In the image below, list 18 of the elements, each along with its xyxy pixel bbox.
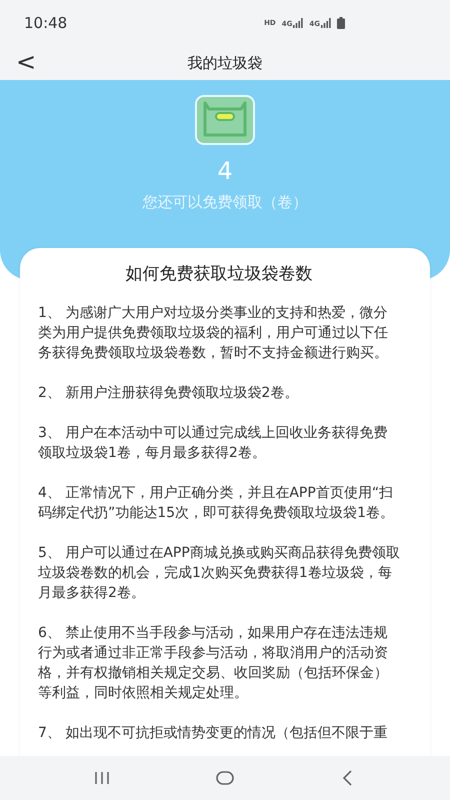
home-icon[interactable] xyxy=(214,768,235,788)
page-title: 我的垃圾袋 xyxy=(188,54,262,72)
rule-paragraph: 6、 禁止使用不当手段参与活动，如果用户存在违法违规行为或者通过非正常手段参与活动，将取消用户的活动资格，并有权撤销相关规定交易、收回奖励（包括环保金）等利益，同时依照相关规定处理。 xyxy=(38,624,389,703)
trash-bag-icon xyxy=(195,95,255,145)
rule-paragraph: 7、 如出现不可抗拒或情势变更的情况（包括但不限于重 xyxy=(38,724,388,743)
bag-count: 4 xyxy=(217,157,233,185)
status-time: 10:48 xyxy=(24,14,68,32)
back-button[interactable]: < xyxy=(10,48,42,76)
rule-paragraph: 2、 新用户注册获得免费领取垃圾袋2卷。 xyxy=(38,384,300,403)
rules-title: 如何免费获取垃圾袋卷数 xyxy=(124,263,314,285)
rule-paragraph: 5、 用户可以通过在APP商城兑换或购买商品获得免费领取垃圾袋卷数的机会，完成1次购买免费获得1卷垃圾袋，每月最多获得2卷。 xyxy=(38,544,400,603)
rule-paragraph: 3、 用户在本活动中可以通过完成线上回收业务获得免费领取垃圾袋1卷，每月最多获得2卷。 xyxy=(38,424,388,463)
signal-icon xyxy=(321,18,331,28)
rule-paragraph: 1、 为感谢广大用户对垃圾分类事业的支持和热爱，微分类为用户提供免费领取垃圾袋的福利，用户可通过以下任务获得免费领取垃圾袋卷数，暂时不支持金额进行购买。 xyxy=(38,304,389,363)
battery-icon xyxy=(337,17,345,29)
rule-paragraph: 4、 正常情况下，用户正确分类，并且在APP首页使用“扫码绑定代扔”功能达15次，即可获得免费领取垃圾袋1卷。 xyxy=(38,484,395,523)
count-caption: 您还可以免费领取（卷） xyxy=(142,193,308,212)
signal-icon xyxy=(293,18,304,28)
